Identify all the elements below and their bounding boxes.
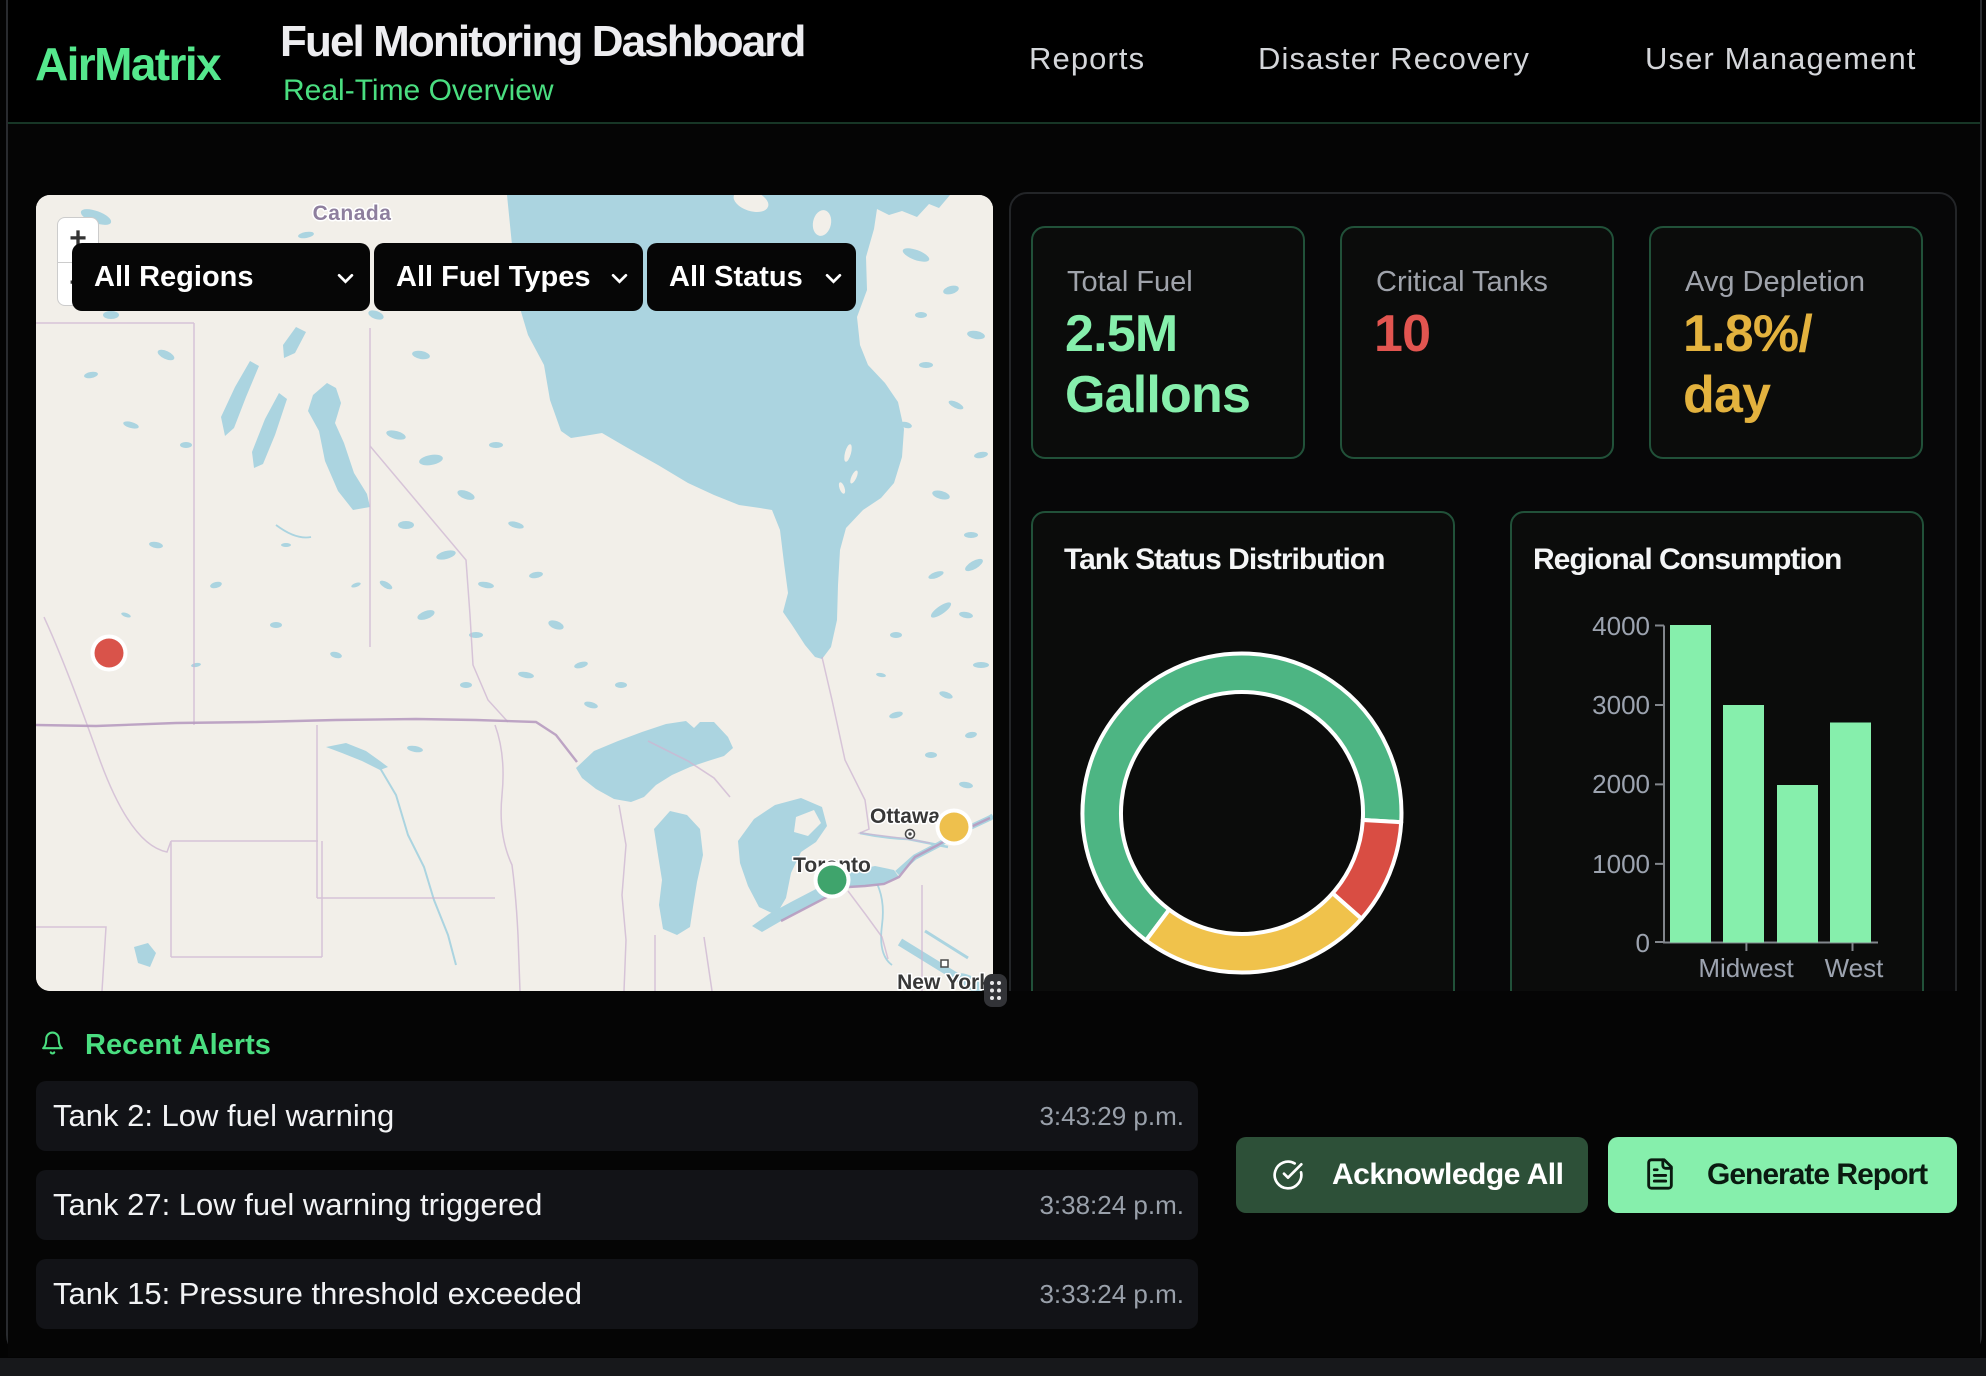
- svg-text:4000: 4000: [1592, 611, 1650, 641]
- svg-text:Ottawa: Ottawa: [870, 805, 940, 828]
- svg-text:0: 0: [1636, 928, 1650, 958]
- svg-text:West: West: [1825, 953, 1885, 983]
- svg-text:3000: 3000: [1592, 690, 1650, 720]
- svg-text:New York: New York: [897, 971, 991, 991]
- svg-text:1000: 1000: [1592, 849, 1650, 879]
- svg-text:Midwest: Midwest: [1698, 953, 1794, 983]
- svg-text:Canada: Canada: [313, 202, 392, 225]
- svg-text:2000: 2000: [1592, 769, 1650, 799]
